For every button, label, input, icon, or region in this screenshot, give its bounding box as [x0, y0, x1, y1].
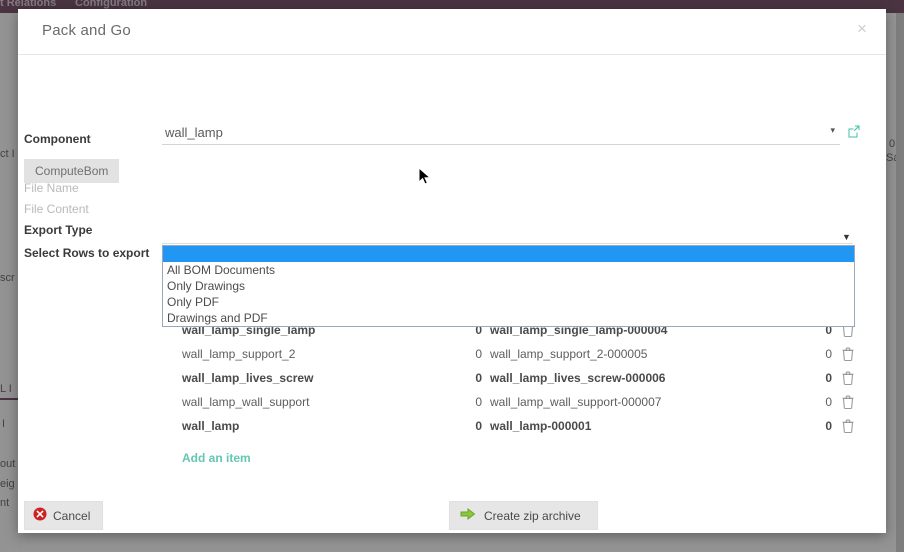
green-arrow-icon — [460, 507, 476, 524]
external-link-icon[interactable] — [846, 123, 862, 139]
export-type-option[interactable]: All BOM Documents — [163, 262, 854, 278]
select-chevron-down-icon[interactable]: ▼ — [842, 232, 851, 242]
pack-and-go-dialog: Pack and Go × Component ComputeBom File … — [18, 9, 886, 533]
export-type-label: Export Type — [24, 223, 93, 237]
trash-icon[interactable] — [842, 419, 856, 434]
export-type-option[interactable] — [163, 246, 854, 262]
close-icon[interactable]: × — [852, 19, 872, 39]
add-an-item-link[interactable]: Add an item — [182, 451, 251, 465]
row-quantity-2: 0 — [825, 395, 832, 409]
dialog-header: Pack and Go × — [18, 9, 886, 55]
bom-rows-table: wall_lamp_single_lamp 0 wall_lamp_single_l… — [162, 319, 862, 439]
dialog-title: Pack and Go — [42, 22, 131, 39]
component-input[interactable] — [162, 125, 840, 145]
row-quantity-2: 0 — [825, 347, 832, 361]
trash-icon[interactable] — [842, 347, 856, 362]
row-document-name: wall_lamp-000001 — [490, 419, 592, 433]
row-document-name: wall_lamp_lives_screw-000006 — [490, 371, 666, 385]
cancel-icon — [33, 507, 47, 524]
export-type-option[interactable]: Only PDF — [163, 294, 854, 310]
row-component-name: wall_lamp_support_2 — [182, 347, 296, 361]
create-zip-archive-button[interactable]: Create zip archive — [449, 501, 598, 530]
file-content-label: File Content — [24, 202, 89, 216]
table-row[interactable]: wall_lamp_lives_screw 0 wall_lamp_lives_sc… — [162, 367, 862, 391]
cancel-button[interactable]: Cancel — [24, 501, 104, 530]
row-quantity-2: 0 — [825, 371, 832, 385]
row-document-name: wall_lamp_wall_support-000007 — [490, 395, 662, 409]
component-label: Component — [24, 132, 91, 146]
component-field: ▾ — [162, 124, 840, 148]
row-component-name: wall_lamp_wall_support — [182, 395, 310, 409]
table-row[interactable]: wall_lamp 0 wall_lamp-000001 0 — [162, 415, 862, 439]
trash-icon[interactable] — [842, 371, 856, 386]
row-document-name: wall_lamp_support_2-000005 — [490, 347, 648, 361]
table-row[interactable]: wall_lamp_support_2 0 wall_lamp_support_2-… — [162, 343, 862, 367]
select-rows-label: Select Rows to export — [24, 246, 150, 260]
row-quantity-2: 0 — [825, 419, 832, 433]
cancel-button-label: Cancel — [53, 508, 91, 523]
trash-icon[interactable] — [842, 395, 856, 410]
row-quantity-1: 0 — [475, 371, 482, 385]
computebom-button[interactable]: ComputeBom — [24, 159, 120, 183]
row-quantity-1: 0 — [475, 419, 482, 433]
dialog-body: Component ComputeBom File Name File Cont… — [18, 55, 886, 530]
row-component-name: wall_lamp_lives_screw — [182, 371, 314, 385]
export-type-option[interactable]: Drawings and PDF — [163, 310, 854, 326]
export-type-underline — [162, 243, 853, 244]
file-name-label: File Name — [24, 181, 79, 195]
export-type-option[interactable]: Only Drawings — [163, 278, 854, 294]
chevron-down-icon[interactable]: ▾ — [830, 125, 835, 136]
row-quantity-1: 0 — [475, 395, 482, 409]
row-component-name: wall_lamp — [182, 419, 240, 433]
create-zip-button-label: Create zip archive — [484, 508, 581, 523]
table-row[interactable]: wall_lamp_wall_support 0 wall_lamp_wall_su… — [162, 391, 862, 415]
row-quantity-1: 0 — [475, 347, 482, 361]
export-type-dropdown[interactable]: All BOM Documents Only Drawings Only PDF Dr… — [162, 245, 855, 327]
